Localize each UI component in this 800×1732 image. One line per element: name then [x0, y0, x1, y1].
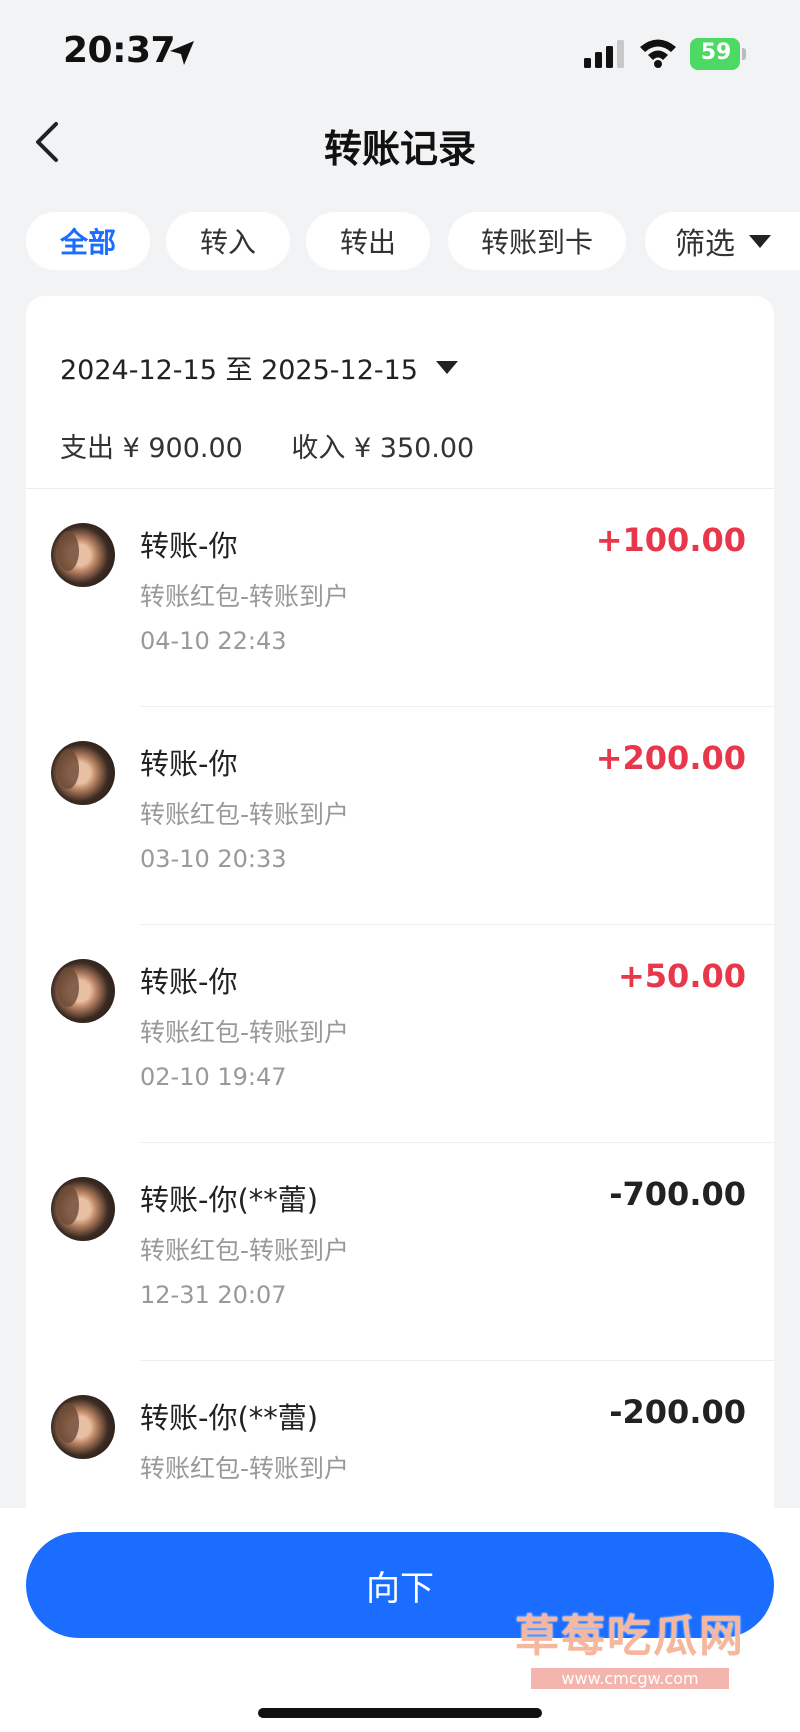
record-description: 转账红包-转账到户: [140, 1454, 350, 1483]
record-name: 转账-你: [140, 529, 238, 563]
summary-totals: 支出 ¥ 900.00 收入 ¥ 350.00: [60, 426, 514, 465]
record-time: 12-31 20:07: [140, 1281, 287, 1309]
battery-cap: [742, 48, 746, 60]
tab-all[interactable]: 全部: [26, 212, 150, 270]
filter-tabs: 全部 转入 转出 转账到卡 筛选: [0, 212, 800, 270]
tab-outgoing[interactable]: 转出: [306, 212, 430, 270]
transfer-record-row[interactable]: 转账-你 转账红包-转账到户 02-10 19:47 +50.00: [26, 925, 774, 1143]
avatar: [51, 523, 115, 587]
record-description: 转账红包-转账到户: [140, 1236, 350, 1265]
cellular-signal-icon: [584, 40, 624, 68]
record-amount: +100.00: [595, 521, 746, 559]
watermark-title: 草莓吃瓜网: [515, 1611, 745, 1662]
avatar: [51, 1395, 115, 1459]
transfer-record-row[interactable]: 转账-你 转账红包-转账到户 03-10 20:33 +200.00: [26, 707, 774, 925]
record-name: 转账-你(**蕾): [140, 1183, 319, 1217]
avatar: [51, 1177, 115, 1241]
record-time: 04-10 22:43: [140, 627, 287, 655]
date-range-text: 2024-12-15 至 2025-12-15: [60, 355, 418, 386]
watermark-url: www.cmcgw.com: [531, 1668, 729, 1689]
home-indicator: [258, 1708, 542, 1718]
filter-label: 筛选: [675, 227, 735, 262]
records-card: 2024-12-15 至 2025-12-15 支出 ¥ 900.00 收入 ¥…: [26, 296, 774, 1596]
record-name: 转账-你(**蕾): [140, 1401, 319, 1435]
battery-indicator: 59: [690, 38, 746, 70]
record-amount: +50.00: [617, 957, 746, 995]
record-amount: +200.00: [595, 739, 746, 777]
record-description: 转账红包-转账到户: [140, 582, 350, 611]
record-amount: -200.00: [609, 1393, 746, 1431]
transfer-record-row[interactable]: 转账-你 转账红包-转账到户 04-10 22:43 +100.00: [26, 489, 774, 707]
record-amount: -700.00: [609, 1175, 746, 1213]
avatar: [51, 741, 115, 805]
tab-incoming[interactable]: 转入: [166, 212, 290, 270]
filter-button[interactable]: 筛选: [645, 212, 800, 270]
wifi-icon: [640, 39, 676, 68]
tab-transfer-to-card[interactable]: 转账到卡: [448, 212, 626, 270]
location-arrow-icon: [170, 41, 194, 65]
status-time: 20:37: [63, 30, 176, 71]
record-name: 转账-你: [140, 965, 238, 999]
watermark: 草莓吃瓜网 www.cmcgw.com: [490, 1600, 770, 1689]
record-description: 转账红包-转账到户: [140, 1018, 350, 1047]
expense-total: 支出 ¥ 900.00: [60, 433, 243, 464]
avatar: [51, 959, 115, 1023]
record-description: 转账红包-转账到户: [140, 800, 350, 829]
record-time: 02-10 19:47: [140, 1063, 287, 1091]
record-name: 转账-你: [140, 747, 238, 781]
income-total: 收入 ¥ 350.00: [291, 433, 475, 464]
status-bar: 20:37 59: [0, 0, 800, 100]
battery-level: 59: [700, 40, 732, 65]
transfer-record-row[interactable]: 转账-你(**蕾) 转账红包-转账到户 12-31 20:07 -700.00: [26, 1143, 774, 1361]
page-title: 转账记录: [323, 127, 476, 171]
caret-down-icon: [749, 234, 771, 248]
date-range-selector[interactable]: 2024-12-15 至 2025-12-15: [60, 348, 458, 387]
caret-down-icon: [436, 361, 458, 374]
record-time: 03-10 20:33: [140, 845, 287, 873]
